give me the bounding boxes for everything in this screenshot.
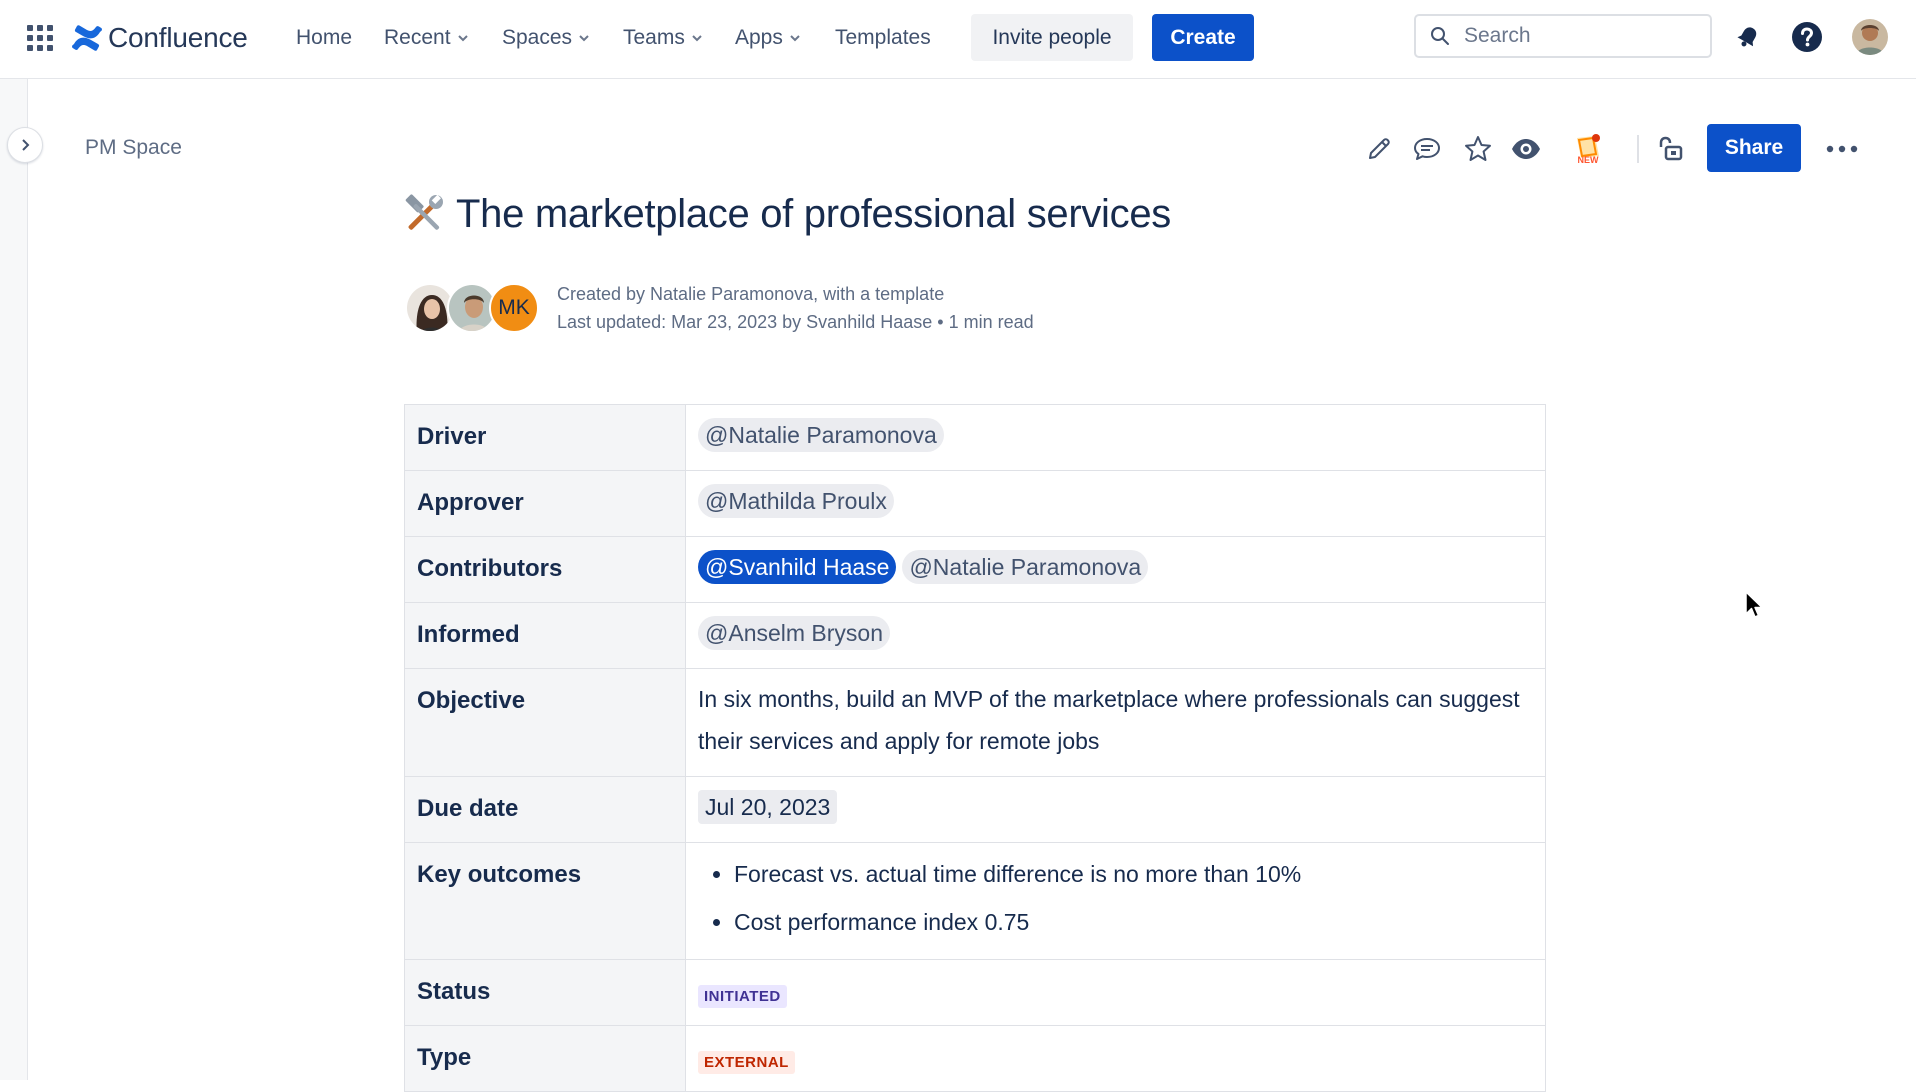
mention-chip[interactable]: @Natalie Paramonova [902, 550, 1149, 584]
user-avatar[interactable] [1852, 19, 1888, 55]
status-lozenge: INITIATED [698, 985, 787, 1008]
nav-templates-label: Templates [835, 26, 931, 49]
table-row: Key outcomes Forecast vs. actual time di… [404, 842, 1546, 960]
row-label-type: Type [404, 1025, 686, 1092]
list-item: Cost performance index 0.75 [734, 898, 1533, 946]
invite-people-button[interactable]: Invite people [971, 14, 1133, 61]
create-button[interactable]: Create [1152, 14, 1254, 61]
row-value-driver: @Natalie Paramonova [685, 404, 1546, 471]
last-updated-link[interactable]: Last updated: Mar 23, 2023 by Svanhild H… [557, 312, 932, 332]
sidebar-collapsed-rail [0, 79, 28, 1080]
nav-spaces-label: Spaces [502, 26, 573, 49]
comment-icon[interactable] [1409, 131, 1445, 167]
nav-home-label: Home [296, 26, 353, 49]
mouse-cursor-icon [1745, 591, 1763, 618]
row-label-objective: Objective [404, 668, 686, 777]
share-button[interactable]: Share [1707, 124, 1801, 172]
table-row: Status INITIATED [404, 959, 1546, 1026]
row-value-approver: @Mathilda Proulx [685, 470, 1546, 537]
row-value-status: INITIATED [685, 959, 1546, 1026]
hammer-wrench-emoji-icon [405, 193, 443, 230]
star-icon[interactable] [1460, 131, 1496, 167]
chevron-right-icon [22, 139, 30, 151]
nav-apps[interactable]: Apps [735, 22, 801, 54]
mention-chip[interactable]: @Anselm Bryson [698, 616, 891, 650]
page-byline: Created by Natalie Paramonova, with a te… [557, 280, 1034, 336]
row-label-contributors: Contributors [404, 536, 686, 603]
mention-chip-current-user[interactable]: @Svanhild Haase [698, 550, 897, 584]
table-row: Contributors @Svanhild Haase @Natalie Par… [404, 536, 1546, 603]
new-badge-text: NEW [1578, 155, 1600, 165]
mention-chip[interactable]: @Natalie Paramonova [698, 418, 944, 452]
expand-sidebar-button[interactable] [7, 127, 43, 163]
byline-created: Created by Natalie Paramonova, with a te… [557, 280, 1034, 308]
table-row: Type EXTERNAL [404, 1025, 1546, 1092]
row-value-informed: @Anselm Bryson [685, 602, 1546, 669]
page-title-row: The marketplace of professional services [402, 192, 1171, 237]
table-row: Objective In six months, build an MVP of… [404, 668, 1546, 777]
notifications-bell-icon[interactable] [1731, 20, 1765, 54]
toolbar-divider [1637, 135, 1639, 163]
table-row: Driver @Natalie Paramonova [404, 404, 1546, 471]
chevron-down-icon [790, 35, 800, 42]
more-actions-icon[interactable] [1821, 131, 1863, 167]
row-label-approver: Approver [404, 470, 686, 537]
row-value-objective: In six months, build an MVP of the marke… [685, 668, 1546, 777]
chevron-down-icon [579, 35, 589, 42]
watch-eye-icon[interactable] [1508, 131, 1544, 167]
edit-pencil-icon[interactable] [1361, 131, 1397, 167]
chevron-down-icon [692, 35, 702, 42]
row-value-due-date: Jul 20, 2023 [685, 776, 1546, 843]
nav-teams-label: Teams [623, 26, 685, 49]
nav-teams[interactable]: Teams [623, 22, 703, 54]
row-value-contributors: @Svanhild Haase @Natalie Paramonova [685, 536, 1546, 603]
avatar-initials[interactable]: MK [489, 283, 539, 333]
nav-spaces[interactable]: Spaces [502, 22, 590, 54]
read-time: 1 min read [948, 312, 1034, 332]
nav-apps-label: Apps [735, 26, 783, 49]
created-by-link[interactable]: Created by Natalie Paramonova, with a te… [557, 284, 944, 304]
breadcrumb-space[interactable]: PM Space [85, 136, 182, 160]
chevron-down-icon [457, 35, 468, 42]
app-switcher-grid-icon[interactable] [27, 25, 53, 51]
date-chip[interactable]: Jul 20, 2023 [698, 790, 838, 824]
byline-updated: Last updated: Mar 23, 2023 by Svanhild H… [557, 308, 1034, 336]
top-navigation: Confluence Home Recent Spaces Teams Apps… [0, 0, 1916, 79]
nav-recent-label: Recent [384, 26, 451, 49]
search-box[interactable] [1414, 14, 1712, 58]
row-label-due-date: Due date [404, 776, 686, 843]
nav-home[interactable]: Home [296, 22, 352, 54]
search-input[interactable] [1462, 23, 1686, 49]
contributors-avatar-group[interactable]: MK [405, 283, 541, 335]
type-lozenge: EXTERNAL [698, 1051, 795, 1074]
search-icon [1431, 27, 1449, 45]
row-label-status: Status [404, 959, 686, 1026]
byline-separator: • [937, 312, 949, 332]
project-properties-table: Driver @Natalie Paramonova Approver @Mat… [404, 404, 1546, 1092]
list-item: Forecast vs. actual time difference is n… [734, 850, 1533, 898]
row-label-driver: Driver [404, 404, 686, 471]
table-row: Approver @Mathilda Proulx [404, 470, 1546, 537]
mention-chip[interactable]: @Mathilda Proulx [698, 484, 894, 518]
objective-text: In six months, build an MVP of the marke… [698, 686, 1520, 754]
restrictions-unlock-icon[interactable] [1652, 131, 1688, 167]
table-row: Informed @Anselm Bryson [404, 602, 1546, 669]
key-outcomes-list: Forecast vs. actual time difference is n… [698, 850, 1533, 946]
page-title: The marketplace of professional services [456, 192, 1171, 236]
confluence-logo[interactable]: Confluence [72, 20, 248, 56]
whats-new-icon[interactable]: NEW [1568, 131, 1608, 167]
confluence-logo-icon [72, 25, 102, 51]
table-row: Due date Jul 20, 2023 [404, 776, 1546, 843]
row-label-informed: Informed [404, 602, 686, 669]
brand-name: Confluence [108, 22, 248, 53]
nav-recent[interactable]: Recent [384, 22, 469, 54]
row-label-key-outcomes: Key outcomes [404, 842, 686, 960]
row-value-key-outcomes: Forecast vs. actual time difference is n… [685, 842, 1546, 960]
nav-templates[interactable]: Templates [835, 22, 931, 54]
help-icon[interactable] [1790, 20, 1824, 54]
row-value-type: EXTERNAL [685, 1025, 1546, 1092]
